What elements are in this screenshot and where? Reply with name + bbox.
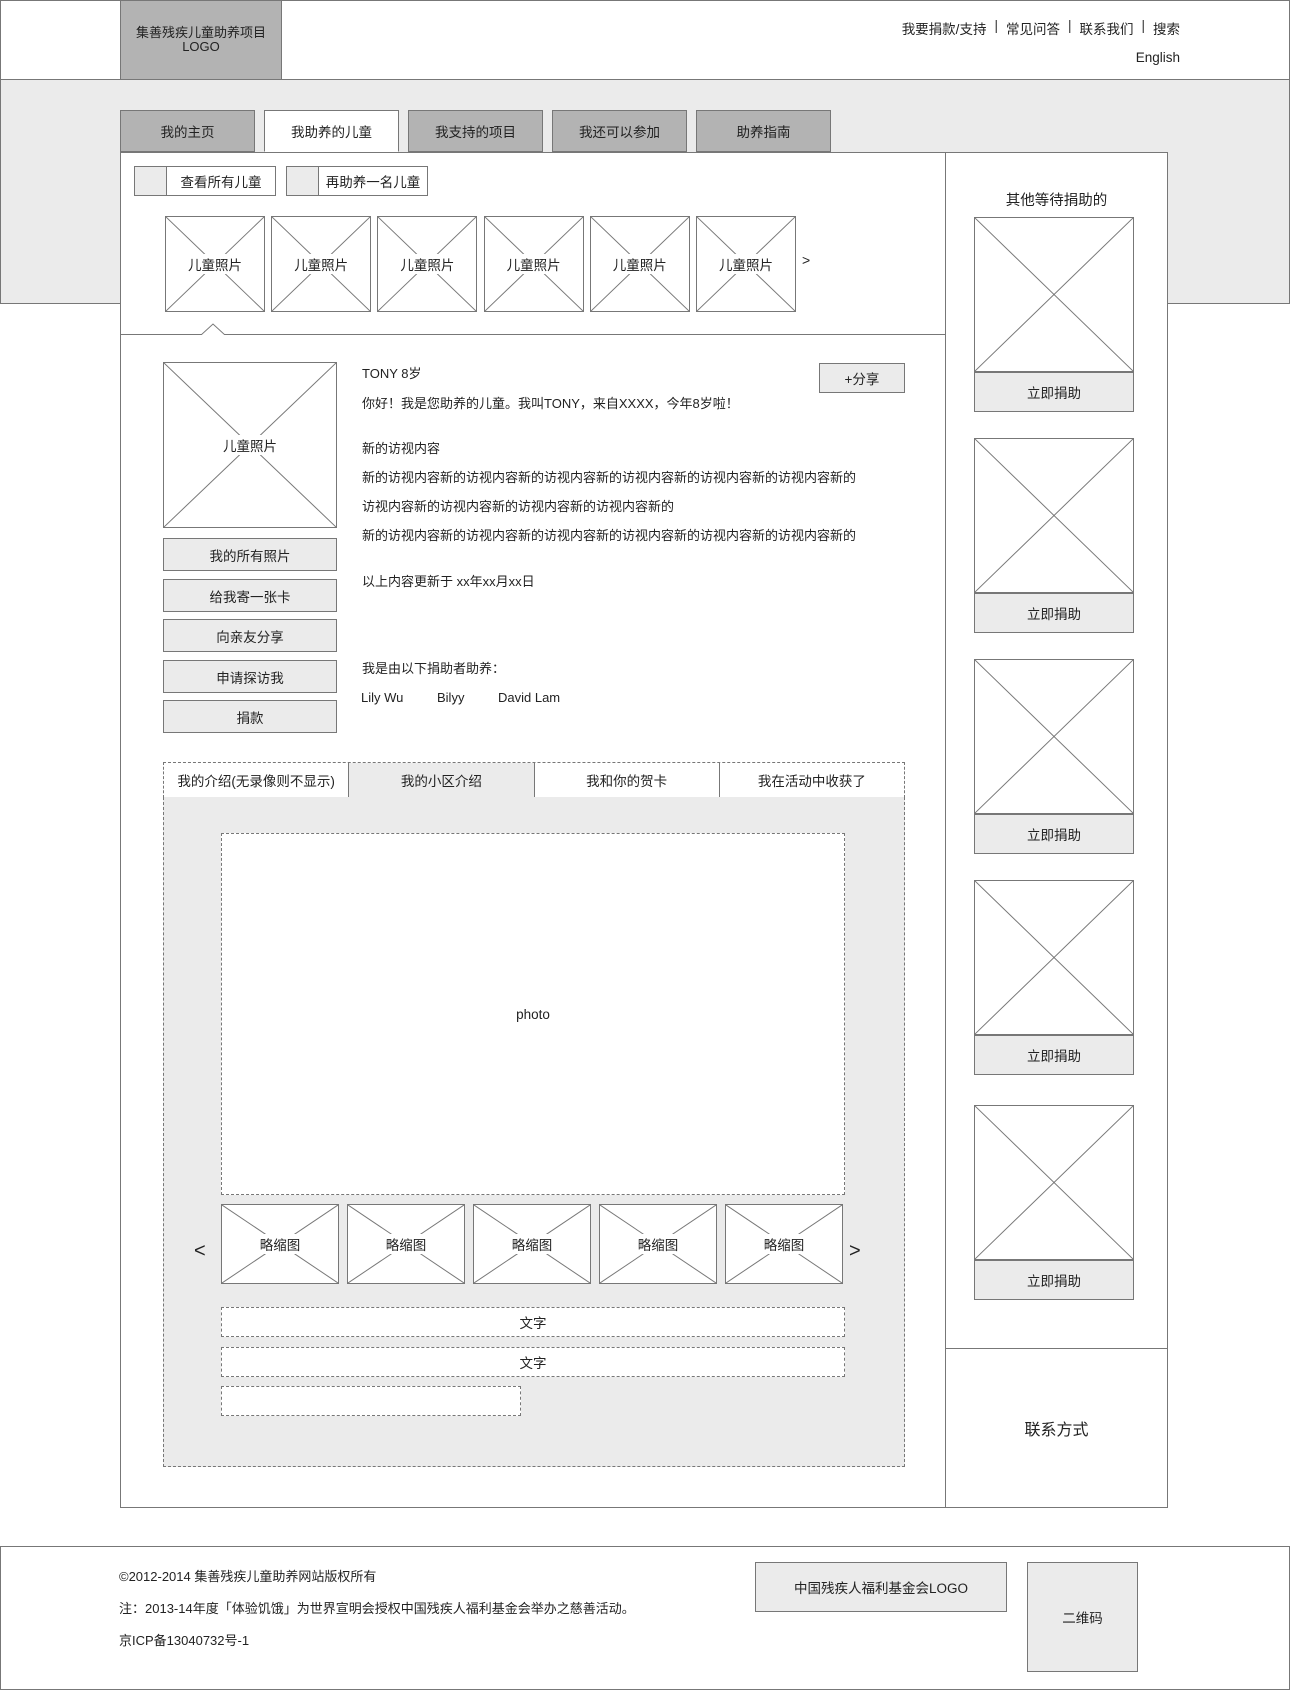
donate-now-button[interactable]: 立即捐助 xyxy=(974,814,1134,854)
gallery-thumbnail[interactable]: 略缩图 xyxy=(473,1204,591,1284)
sponsor-name[interactable]: David Lam xyxy=(498,690,560,705)
nav-contact-link[interactable]: 联系我们 xyxy=(1079,18,1133,38)
child-thumb-label: 儿童照片 xyxy=(186,254,244,274)
copyright: ©2012-2014 集善残疾儿童助养网站版权所有 xyxy=(119,1569,377,1584)
tab-intro[interactable]: 我的介绍(无录像则不显示) xyxy=(164,763,350,797)
child-photo-label: 儿童照片 xyxy=(221,435,279,455)
donate-button[interactable]: 捐款 xyxy=(163,700,337,733)
sponsor-name[interactable]: Lily Wu xyxy=(361,690,403,705)
thumbnail-label: 略缩图 xyxy=(509,1234,555,1254)
child-thumb-label: 儿童照片 xyxy=(610,254,669,274)
tab-activities[interactable]: 我在活动中收获了 xyxy=(720,763,904,797)
gallery-thumbnail[interactable]: 略缩图 xyxy=(599,1204,717,1284)
nav-donate-link[interactable]: 我要捐款/支持 xyxy=(902,18,987,38)
site-logo[interactable]: 集善残疾儿童助养项目 LOGO xyxy=(120,0,282,80)
thumbnail-label: 略缩图 xyxy=(635,1234,681,1254)
button-square-icon xyxy=(287,167,319,195)
child-thumb[interactable]: 儿童照片 xyxy=(696,216,796,312)
thumbnail-label: 略缩图 xyxy=(761,1234,807,1254)
child-thumb[interactable]: 儿童照片 xyxy=(377,216,478,312)
waiting-child-photo xyxy=(974,880,1134,1035)
child-thumb-label: 儿童照片 xyxy=(717,254,775,274)
donate-now-button[interactable]: 立即捐助 xyxy=(974,593,1134,633)
nav-search-link[interactable]: 搜索 xyxy=(1153,18,1180,38)
view-all-label: 查看所有儿童 xyxy=(180,175,262,190)
top-nav: 我要捐款/支持 | 常见问答 | 联系我们 | 搜索 xyxy=(901,18,1180,38)
visit-line: 访视内容新的访视内容新的访视内容新的访视内容新的 xyxy=(362,499,675,514)
contact-info: 联系方式 xyxy=(1024,1422,1089,1439)
partner-logo[interactable]: 中国残疾人福利基金会LOGO xyxy=(755,1562,1007,1612)
tab-panel: photo < > 略缩图 略缩图 略缩图 略缩图 略缩图 文字 文字 xyxy=(163,797,905,1467)
child-thumb[interactable]: 儿童照片 xyxy=(589,216,690,312)
gallery-prev-arrow[interactable]: < xyxy=(194,1240,206,1263)
waiting-child-photo xyxy=(974,438,1134,593)
thumbnail-label: 略缩图 xyxy=(383,1234,429,1254)
strip-next-arrow[interactable]: > xyxy=(802,252,810,268)
child-name-age: TONY 8岁 xyxy=(362,366,422,381)
language-switch[interactable]: English xyxy=(1060,50,1180,65)
waiting-child-photo xyxy=(974,659,1134,814)
caption-text: 文字 xyxy=(221,1347,845,1377)
tab-supported-projects[interactable]: 我支持的项目 xyxy=(408,110,543,152)
view-all-children-button[interactable]: 查看所有儿童 xyxy=(134,166,276,196)
share-with-friends-button[interactable]: 向亲友分享 xyxy=(163,619,337,652)
content-tabs: 我的介绍(无录像则不显示) 我的小区介绍 我和你的贺卡 我在活动中收获了 xyxy=(163,762,905,798)
child-thumb-label: 儿童照片 xyxy=(504,254,563,274)
share-button[interactable]: +分享 xyxy=(819,363,905,393)
tab-home[interactable]: 我的主页 xyxy=(120,110,255,152)
qr-code: 二维码 xyxy=(1027,1562,1138,1672)
donate-now-button[interactable]: 立即捐助 xyxy=(974,1035,1134,1075)
tab-can-join[interactable]: 我还可以参加 xyxy=(552,110,687,152)
waiting-child-photo xyxy=(974,1105,1134,1260)
send-card-button[interactable]: 给我寄一张卡 xyxy=(163,579,337,612)
gallery-thumbnail[interactable]: 略缩图 xyxy=(221,1204,339,1284)
footer-note: 注：2013-14年度「体验饥饿」为世界宣明会授权中国残疾人福利基金会举办之慈善… xyxy=(119,1601,635,1616)
child-greeting: 你好！我是您助养的儿童。我叫TONY，来自XXXX，今年8岁啦！ xyxy=(362,396,739,411)
logo-text: LOGO xyxy=(182,39,220,54)
visit-title: 新的访视内容 xyxy=(362,441,441,456)
gallery-thumbnail[interactable]: 略缩图 xyxy=(725,1204,843,1284)
waiting-child-photo xyxy=(974,217,1134,372)
donate-now-button[interactable]: 立即捐助 xyxy=(974,1260,1134,1300)
visit-line: 新的访视内容新的访视内容新的访视内容新的访视内容新的访视内容新的访视内容新的 xyxy=(362,470,857,485)
button-square-icon xyxy=(135,167,167,195)
sponsor-another-button[interactable]: 再助养一名儿童 xyxy=(286,166,428,196)
thumbnail-label: 略缩图 xyxy=(257,1234,303,1254)
site-footer: ©2012-2014 集善残疾儿童助养网站版权所有 注：2013-14年度「体验… xyxy=(0,1546,1290,1690)
sponsor-name[interactable]: Bilyy xyxy=(437,690,464,705)
logo-title: 集善残疾儿童助养项目 xyxy=(135,25,266,40)
tab-cards[interactable]: 我和你的贺卡 xyxy=(535,763,720,797)
selected-caret-icon xyxy=(201,323,225,335)
tab-my-children[interactable]: 我助养的儿童 xyxy=(264,110,399,152)
caption-text: 文字 xyxy=(221,1307,845,1337)
visit-line: 新的访视内容新的访视内容新的访视内容新的访视内容新的访视内容新的访视内容新的 xyxy=(362,528,857,543)
child-thumb-label: 儿童照片 xyxy=(292,254,351,274)
caption-input-box[interactable] xyxy=(221,1386,521,1416)
gallery-thumbnail[interactable]: 略缩图 xyxy=(347,1204,465,1284)
all-photos-button[interactable]: 我的所有照片 xyxy=(163,538,337,571)
nav-faq-link[interactable]: 常见问答 xyxy=(1006,18,1060,38)
request-visit-button[interactable]: 申请探访我 xyxy=(163,660,337,693)
sponsor-another-label: 再助养一名儿童 xyxy=(325,175,421,190)
gallery-next-arrow[interactable]: > xyxy=(849,1240,861,1263)
divider xyxy=(121,334,945,335)
sponsors-title: 我是由以下捐助者助养： xyxy=(362,661,506,676)
tab-guide[interactable]: 助养指南 xyxy=(696,110,831,152)
child-thumb[interactable]: 儿童照片 xyxy=(271,216,372,312)
child-thumb[interactable]: 儿童照片 xyxy=(483,216,584,312)
child-thumb-label: 儿童照片 xyxy=(398,254,457,274)
child-photo: 儿童照片 xyxy=(163,362,337,528)
tab-community[interactable]: 我的小区介绍 xyxy=(349,763,535,797)
donate-now-button[interactable]: 立即捐助 xyxy=(974,372,1134,412)
icp-number: 京ICP备13040732号-1 xyxy=(119,1633,250,1648)
child-thumb[interactable]: 儿童照片 xyxy=(165,216,265,312)
main-photo: photo xyxy=(221,833,845,1195)
updated-date: 以上内容更新于 xx年xx月xx日 xyxy=(362,574,535,589)
sidebar-title: 其他等待捐助的 xyxy=(1005,193,1108,209)
